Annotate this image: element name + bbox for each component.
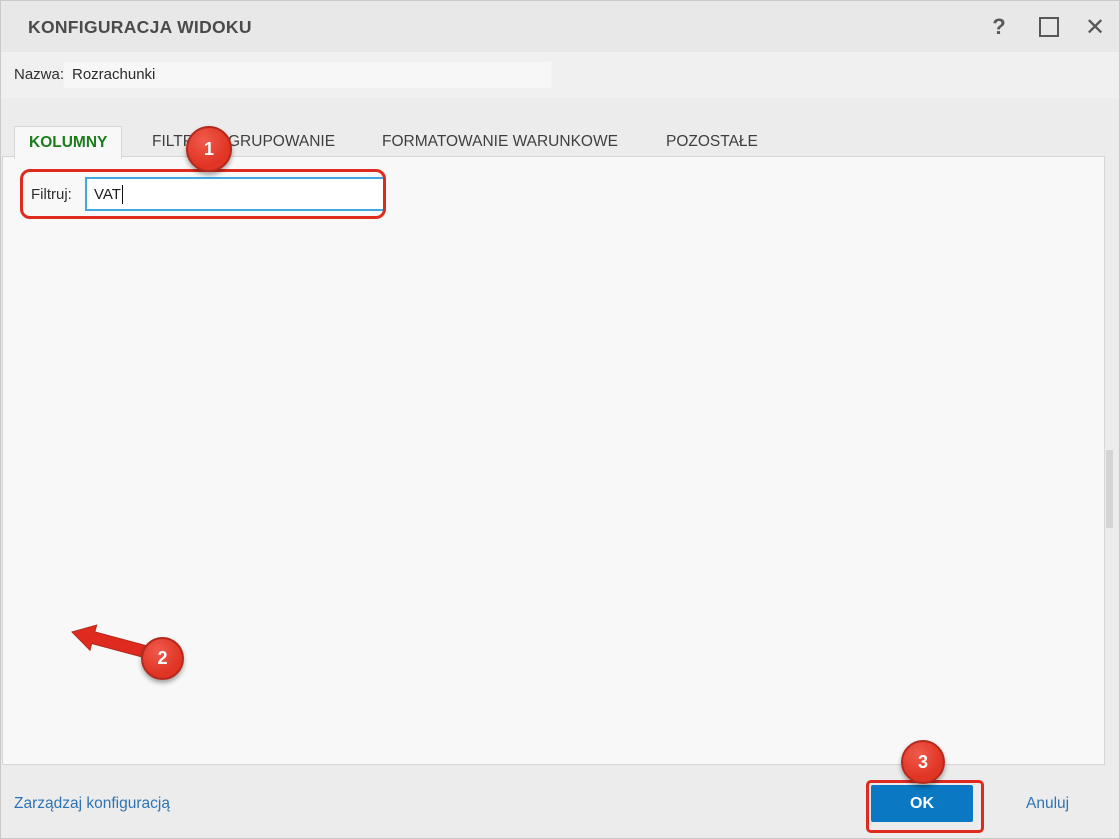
name-label: Nazwa: (14, 66, 65, 83)
annotation-step-1: 1 (186, 126, 232, 172)
tab-kolumny[interactable]: KOLUMNY (14, 126, 123, 159)
annotation-step-2: 2 (141, 637, 184, 680)
tab-bar: KOLUMNY FILTRY GRUPOWANIE FORMATOWANIE W… (0, 126, 1120, 159)
filter-input-value: VAT (94, 185, 121, 203)
cancel-link[interactable]: Anuluj (1026, 795, 1069, 813)
help-icon[interactable]: ? (982, 13, 1016, 41)
view-name-input[interactable]: Rozrachunki (63, 61, 552, 89)
tab-grupowanie[interactable]: GRUPOWANIE (214, 126, 349, 157)
manage-configuration-link[interactable]: Zarządzaj konfiguracją (14, 795, 170, 813)
dialog-scrollbar-thumb[interactable] (1106, 450, 1113, 528)
text-caret (121, 184, 123, 204)
tab-formatowanie-warunkowe[interactable]: FORMATOWANIE WARUNKOWE (368, 126, 632, 157)
maximize-icon[interactable] (1032, 13, 1066, 41)
filter-input[interactable]: VAT (85, 177, 385, 211)
tab-pozostale[interactable]: POZOSTAŁE (652, 126, 772, 157)
ok-button[interactable]: OK (871, 785, 973, 822)
close-icon[interactable]: ✕ (1078, 13, 1112, 41)
filter-label: Filtruj: (31, 186, 72, 203)
annotation-step-3: 3 (901, 740, 945, 784)
dialog-title: KONFIGURACJA WIDOKU (28, 17, 252, 37)
